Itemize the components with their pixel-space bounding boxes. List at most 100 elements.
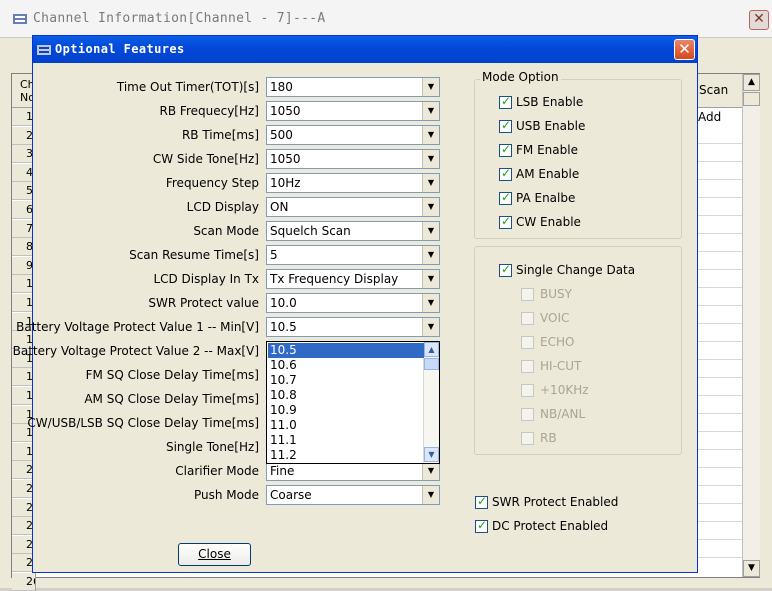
chevron-down-icon[interactable]: ▼ — [422, 318, 439, 336]
dropdown-scroll-down-icon[interactable]: ▼ — [424, 447, 439, 462]
field-label: RB Frequecy[Hz] — [159, 104, 259, 118]
dropdown-option[interactable]: 11.2 — [268, 448, 424, 463]
grid-scrollbar[interactable]: ▲ ▼ — [742, 74, 760, 577]
mode-checkbox[interactable] — [499, 142, 512, 157]
scroll-down-icon[interactable]: ▼ — [743, 560, 760, 577]
single-change-item-label: BUSY — [540, 287, 572, 301]
grid-line — [696, 288, 742, 306]
grid-line — [696, 504, 742, 522]
outer-close-icon[interactable]: ✕ — [749, 10, 769, 30]
mode-checkbox[interactable] — [499, 190, 512, 205]
single-change-item-checkbox — [521, 336, 534, 349]
field-label: CW/USB/LSB SQ Close Delay Time[ms] — [27, 416, 259, 430]
dialog-close-icon[interactable]: ✕ — [674, 39, 695, 60]
chevron-down-icon[interactable]: ▼ — [422, 294, 439, 312]
protect-checkbox[interactable] — [475, 518, 488, 533]
single-change-item-checkbox — [521, 432, 534, 445]
field-select[interactable]: Squelch Scan ▼ — [266, 221, 440, 241]
chevron-down-icon[interactable]: ▼ — [422, 270, 439, 288]
grid-scan-cell[interactable]: Add — [696, 108, 742, 126]
scroll-thumb[interactable] — [743, 92, 760, 106]
chevron-down-icon[interactable]: ▼ — [422, 462, 439, 480]
field-select[interactable]: 10.0 ▼ — [266, 293, 440, 313]
field-select[interactable]: 5 ▼ — [266, 245, 440, 265]
dropdown-scroll-thumb[interactable] — [424, 358, 439, 370]
field-select[interactable]: 1050 ▼ — [266, 101, 440, 121]
grid-line — [696, 234, 742, 252]
single-change-item-checkbox — [521, 384, 534, 397]
dropdown-option[interactable]: 10.5 — [268, 343, 424, 358]
grid-row-number: 26 — [12, 573, 36, 591]
field-select[interactable]: 180 ▼ — [266, 77, 440, 97]
chevron-down-icon[interactable]: ▼ — [422, 222, 439, 240]
field-label: SWR Protect value — [148, 296, 259, 310]
dropdown-option[interactable]: 10.6 — [268, 358, 424, 373]
dropdown-option[interactable]: 10.7 — [268, 373, 424, 388]
single-change-item-label: VOIC — [540, 311, 570, 325]
grid-line — [696, 324, 742, 342]
field-select[interactable]: 1050 ▼ — [266, 149, 440, 169]
protect-checkbox[interactable] — [475, 494, 488, 509]
chevron-down-icon[interactable]: ▼ — [422, 246, 439, 264]
close-button[interactable]: Close — [178, 543, 251, 566]
mode-checkbox[interactable] — [499, 118, 512, 133]
outer-window-title: Channel Information[Channel - 7]---A — [33, 11, 326, 26]
field-select-value: 1050 — [270, 152, 301, 166]
chevron-down-icon[interactable]: ▼ — [422, 174, 439, 192]
dropdown-scrollbar[interactable]: ▲ ▼ — [423, 342, 439, 463]
field-label: Scan Resume Time[s] — [129, 248, 259, 262]
grid-line — [696, 522, 742, 540]
grid-line — [696, 198, 742, 216]
dropdown-option[interactable]: 10.8 — [268, 388, 424, 403]
single-change-item-label: RB — [540, 431, 557, 445]
single-change-item-label: +10KHz — [540, 383, 589, 397]
chevron-down-icon[interactable]: ▼ — [422, 78, 439, 96]
grid-line — [696, 540, 742, 558]
field-label: Clarifier Mode — [175, 464, 259, 478]
dialog-app-icon — [37, 45, 51, 55]
dropdown-option[interactable]: 11.1 — [268, 433, 424, 448]
field-select[interactable]: 10.5 ▼ — [266, 317, 440, 337]
field-label: Battery Voltage Protect Value 1 -- Min[V… — [16, 320, 259, 334]
min-voltage-dropdown-list[interactable]: ▲ ▼ 10.5 10.6 10.7 10.8 10.9 11.0 11.1 11.2 — [266, 341, 440, 464]
single-change-group — [474, 246, 682, 455]
chevron-down-icon[interactable]: ▼ — [422, 150, 439, 168]
grid-line — [696, 360, 742, 378]
field-select-value: 5 — [270, 248, 278, 262]
field-select-value: 500 — [270, 128, 293, 142]
field-label: Time Out Timer(TOT)[s] — [116, 80, 259, 94]
single-change-item-checkbox — [521, 408, 534, 421]
field-select[interactable]: Fine ▼ — [266, 461, 440, 481]
field-label: Push Mode — [194, 488, 259, 502]
chevron-down-icon[interactable]: ▼ — [422, 486, 439, 504]
grid-line — [696, 450, 742, 468]
dropdown-option[interactable]: 10.9 — [268, 403, 424, 418]
field-select[interactable]: 500 ▼ — [266, 125, 440, 145]
field-select[interactable]: Tx Frequency Display ▼ — [266, 269, 440, 289]
protect-checkbox-label: DC Protect Enabled — [492, 519, 609, 533]
field-select-value: 10Hz — [270, 176, 301, 190]
grid-line — [696, 342, 742, 360]
field-select[interactable]: ON ▼ — [266, 197, 440, 217]
chevron-down-icon[interactable]: ▼ — [422, 102, 439, 120]
field-select[interactable]: Coarse ▼ — [266, 485, 440, 505]
dropdown-scroll-up-icon[interactable]: ▲ — [424, 342, 439, 357]
scroll-up-icon[interactable]: ▲ — [743, 74, 760, 91]
single-change-checkbox[interactable] — [499, 262, 512, 277]
field-label: Scan Mode — [193, 224, 259, 238]
grid-lines — [696, 126, 742, 576]
grid-line — [696, 414, 742, 432]
mode-checkbox-label: LSB Enable — [516, 95, 584, 109]
field-select[interactable]: 10Hz ▼ — [266, 173, 440, 193]
mode-checkbox[interactable] — [499, 166, 512, 181]
field-select-value: 10.5 — [270, 320, 297, 334]
grid-line — [696, 144, 742, 162]
chevron-down-icon[interactable]: ▼ — [422, 126, 439, 144]
mode-checkbox[interactable] — [499, 94, 512, 109]
mode-checkbox[interactable] — [499, 214, 512, 229]
field-label: FM SQ Close Delay Time[ms] — [85, 368, 259, 382]
grid-line — [696, 378, 742, 396]
field-label: LCD Display — [186, 200, 259, 214]
chevron-down-icon[interactable]: ▼ — [422, 198, 439, 216]
dropdown-option[interactable]: 11.0 — [268, 418, 424, 433]
